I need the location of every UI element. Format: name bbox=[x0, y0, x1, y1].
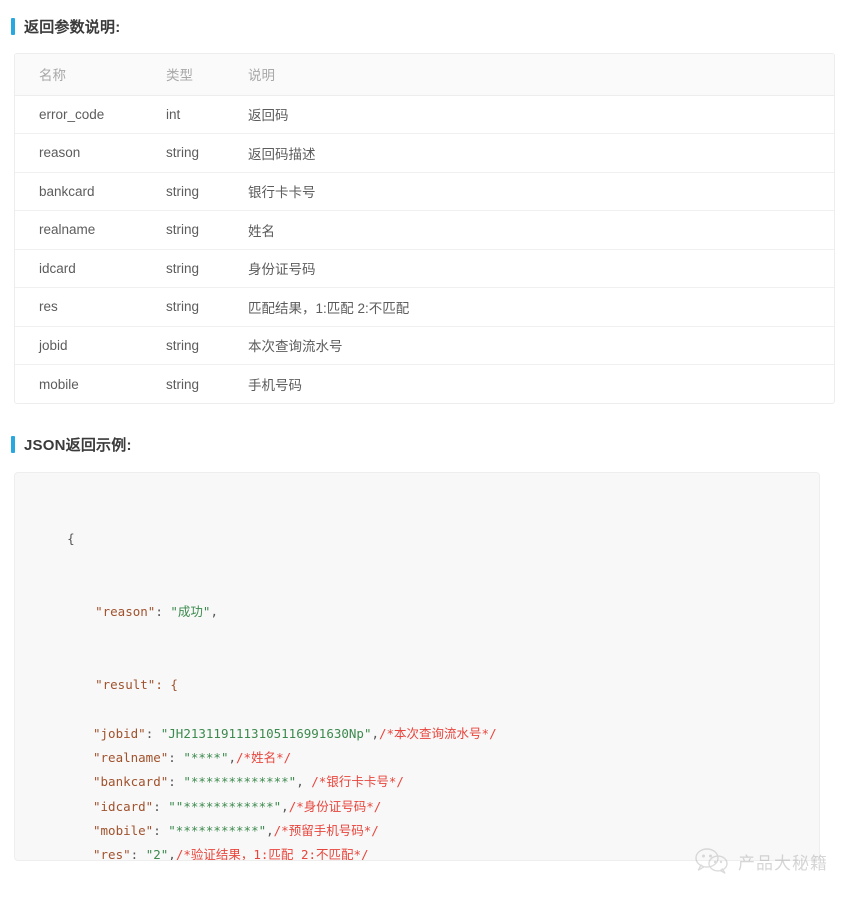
json-comment: /*姓名*/ bbox=[236, 749, 292, 765]
json-comment: /*银行卡卡号*/ bbox=[311, 774, 404, 790]
table-row: realname string 姓名 bbox=[15, 210, 834, 250]
column-header-desc: 说明 bbox=[224, 54, 834, 96]
json-punctuation: { bbox=[67, 531, 75, 547]
param-type-cell: string bbox=[142, 210, 224, 250]
json-section-title: JSON返回示例: bbox=[24, 437, 132, 454]
json-comment: /*预留手机号码*/ bbox=[273, 822, 379, 838]
json-value: ""************" bbox=[168, 798, 282, 814]
wechat-logo-icon bbox=[695, 848, 728, 874]
json-trailing-comma: , bbox=[266, 822, 274, 838]
param-type-cell: int bbox=[142, 95, 224, 134]
column-header-name: 名称 bbox=[15, 54, 142, 96]
json-trailing-comma: , bbox=[296, 774, 312, 790]
json-key: "mobile" bbox=[93, 822, 154, 838]
param-type-cell: string bbox=[142, 133, 224, 173]
json-example-code-block: { "reason": "成功", "result": { "jobid": "… bbox=[14, 472, 820, 861]
param-desc-cell: 银行卡卡号 bbox=[224, 172, 834, 211]
json-fields-container: "jobid": "JH2131191113105116991630Np",/*… bbox=[37, 722, 819, 861]
param-type-cell: string bbox=[142, 172, 224, 211]
json-trailing-comma: , bbox=[210, 604, 218, 620]
param-name-cell: error_code bbox=[15, 95, 142, 134]
code-line-field: "realname": "****",/*姓名*/ bbox=[37, 746, 819, 770]
param-type-cell: string bbox=[142, 326, 224, 365]
param-desc-cell: 姓名 bbox=[224, 210, 834, 250]
json-comment: /*身份证号码*/ bbox=[288, 798, 382, 814]
accent-bar-icon bbox=[11, 18, 15, 35]
params-table: 名称 类型 说明 error_code int 返回码 reason string 返回码… bbox=[15, 54, 834, 403]
watermark: 产品大秘籍 bbox=[695, 847, 828, 875]
json-value: "****" bbox=[183, 749, 229, 765]
param-desc-cell: 身份证号码 bbox=[224, 249, 834, 288]
code-line-result-open: "result": { bbox=[37, 649, 819, 722]
code-line-field: "idcard": ""************",/*身份证号码*/ bbox=[37, 795, 819, 819]
json-separator: : bbox=[145, 725, 161, 741]
param-desc-cell: 返回码 bbox=[224, 95, 834, 134]
watermark-text: 产品大秘籍 bbox=[738, 853, 828, 874]
params-table-head: 名称 类型 说明 bbox=[15, 54, 834, 96]
param-desc-cell: 本次查询流水号 bbox=[224, 326, 834, 365]
json-key: "reason" bbox=[95, 604, 156, 620]
json-value: "JH2131191113105116991630Np" bbox=[160, 725, 372, 741]
param-name-cell: jobid bbox=[15, 326, 142, 365]
params-section-title: 返回参数说明: bbox=[24, 19, 121, 36]
json-separator: : bbox=[155, 604, 171, 620]
param-name-cell: res bbox=[15, 287, 142, 327]
json-value: "成功" bbox=[170, 604, 211, 620]
param-name-cell: mobile bbox=[39, 376, 79, 392]
table-row: idcard string 身份证号码 bbox=[15, 249, 834, 288]
code-line-field: "mobile": "***********",/*预留手机号码*/ bbox=[37, 819, 819, 843]
json-key: "res" bbox=[93, 847, 131, 861]
param-desc-cell: 手机号码 bbox=[248, 378, 302, 393]
json-separator: : bbox=[130, 847, 146, 861]
json-value: "***********" bbox=[168, 822, 267, 838]
param-type-cell: string bbox=[166, 376, 200, 392]
table-row: res string 匹配结果，1:匹配 2:不匹配 bbox=[15, 287, 834, 327]
json-comment: /*验证结果，1:匹配 2:不匹配*/ bbox=[175, 847, 369, 861]
code-line-reason: "reason": "成功", bbox=[37, 576, 819, 649]
table-row: reason string 返回码描述 bbox=[15, 133, 834, 173]
json-trailing-comma: , bbox=[228, 749, 237, 765]
json-section-heading: JSON返回示例: bbox=[11, 434, 132, 455]
json-separator: : bbox=[153, 822, 169, 838]
json-comment: /*本次查询流水号*/ bbox=[379, 725, 497, 741]
json-key: "bankcard" bbox=[93, 774, 169, 790]
column-header-type: 类型 bbox=[142, 54, 224, 96]
json-value: "*************" bbox=[183, 774, 297, 790]
param-desc-cell: 返回码描述 bbox=[224, 133, 834, 173]
params-table-container: 名称 类型 说明 error_code int 返回码 reason string 返回码… bbox=[14, 53, 835, 404]
code-line-open-brace: { bbox=[37, 503, 819, 576]
json-key: "jobid" bbox=[93, 725, 146, 741]
code-line-field: "bankcard": "*************", /*银行卡卡号*/ bbox=[37, 770, 819, 794]
json-key: "idcard" bbox=[93, 798, 154, 814]
json-trailing-comma: , bbox=[168, 847, 176, 861]
json-trailing-comma: , bbox=[371, 725, 379, 741]
params-table-body: error_code int 返回码 reason string 返回码描述 bankcar… bbox=[15, 95, 834, 403]
json-key: "realname" bbox=[93, 749, 169, 765]
param-name-cell: realname bbox=[15, 210, 142, 250]
json-trailing-comma: , bbox=[281, 798, 289, 814]
code-line-field: "jobid": "JH2131191113105116991630Np",/*… bbox=[37, 722, 819, 746]
param-name-cell: bankcard bbox=[15, 172, 142, 211]
table-header-row: 名称 类型 说明 bbox=[15, 54, 834, 96]
table-row: jobid string 本次查询流水号 bbox=[15, 326, 834, 365]
param-name-cell: reason bbox=[15, 133, 142, 173]
json-value: "2" bbox=[145, 847, 169, 861]
table-row: mobile string 手机号码 bbox=[15, 365, 834, 404]
param-type-cell: string bbox=[142, 249, 224, 288]
param-type-cell: string bbox=[142, 287, 224, 327]
json-separator: : bbox=[168, 774, 184, 790]
table-row: bankcard string 银行卡卡号 bbox=[15, 172, 834, 211]
table-row: error_code int 返回码 bbox=[15, 95, 834, 134]
json-separator: : bbox=[153, 798, 169, 814]
accent-bar-icon bbox=[11, 436, 15, 453]
param-desc-cell: 匹配结果，1:匹配 2:不匹配 bbox=[224, 287, 834, 327]
param-name-cell: idcard bbox=[15, 249, 142, 288]
json-key-result: "result": { bbox=[95, 677, 178, 693]
params-section-heading: 返回参数说明: bbox=[11, 16, 120, 37]
json-separator: : bbox=[168, 749, 184, 765]
